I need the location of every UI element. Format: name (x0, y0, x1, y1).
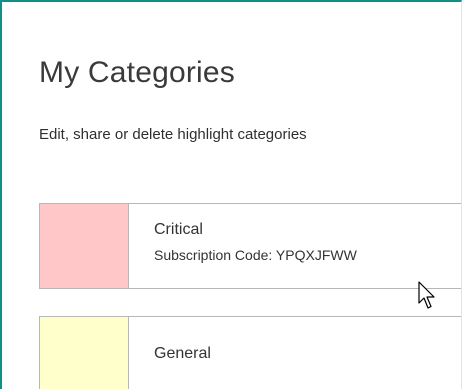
category-card-critical[interactable]: Critical Subscription Code: YPQXJFWW (39, 203, 461, 289)
category-color-swatch[interactable] (40, 317, 129, 389)
category-details: Critical Subscription Code: YPQXJFWW (129, 204, 357, 288)
page-subtitle: Edit, share or delete highlight categori… (39, 126, 307, 143)
subscription-code: Subscription Code: YPQXJFWW (154, 247, 357, 263)
category-details: General (129, 317, 211, 389)
category-name: General (154, 345, 211, 362)
category-card-general[interactable]: General (39, 316, 461, 389)
mouse-pointer-icon (418, 281, 435, 309)
page-title: My Categories (39, 56, 236, 89)
categories-panel: My Categories Edit, share or delete high… (0, 0, 462, 389)
category-name: Critical (154, 221, 203, 238)
category-color-swatch[interactable] (40, 204, 129, 288)
